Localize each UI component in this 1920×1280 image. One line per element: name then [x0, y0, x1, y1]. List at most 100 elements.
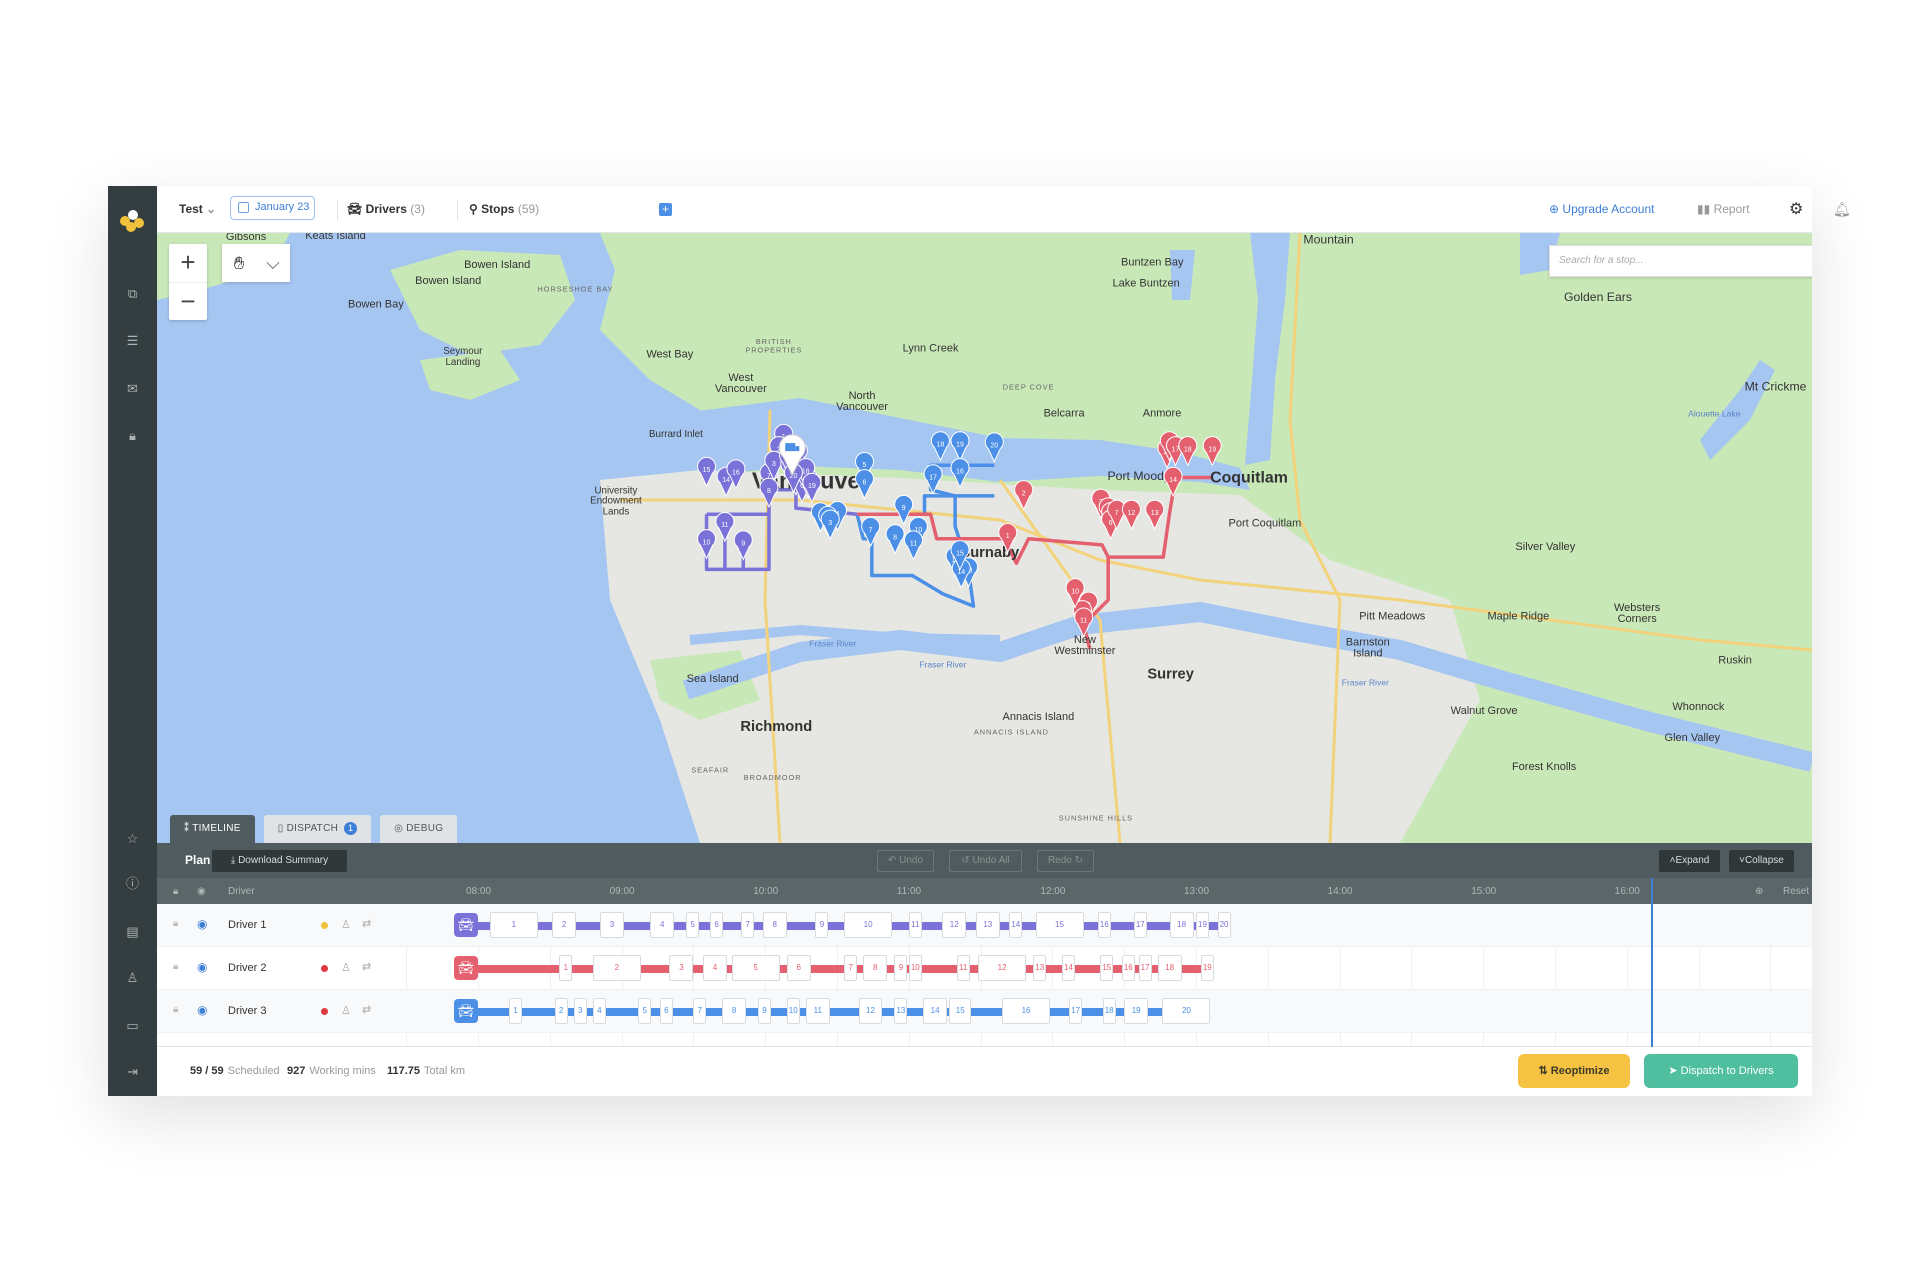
driver-row[interactable]: 🔒︎ ◉ Driver 3 ♙ ⇄ 🚘︎ 1 2 3 4 5 6 7 8 9 10 11 12 13 14 15… — [157, 990, 1812, 1033]
stop-block[interactable]: 6 — [710, 912, 724, 938]
stop-block[interactable]: 3 — [600, 912, 624, 938]
stop-block[interactable]: 7 — [693, 998, 707, 1024]
stop-block[interactable]: 8 — [863, 955, 888, 981]
stop-block[interactable]: 13 — [894, 998, 908, 1024]
stop-block[interactable]: 6 — [786, 955, 811, 981]
project-select[interactable]: Test ⌄ — [179, 186, 216, 233]
stop-block[interactable]: 3 — [669, 955, 694, 981]
stop-block[interactable]: 15 — [949, 998, 972, 1024]
stop-block[interactable]: 4 — [702, 955, 727, 981]
stop-block[interactable]: 19 — [1124, 998, 1149, 1024]
stop-block[interactable]: 18 — [1157, 955, 1182, 981]
stop-block[interactable]: 8 — [722, 998, 747, 1024]
stop-block[interactable]: 20 — [1162, 998, 1211, 1024]
undo-button[interactable]: ↶ Undo — [877, 850, 934, 872]
map-canvas[interactable]: Gibsons Keats Island Bowen Island Bowen Isl… — [157, 233, 1812, 843]
info-icon[interactable]: ⓘ — [123, 876, 142, 892]
eye-icon[interactable]: ◉ — [197, 960, 207, 974]
zoom-time-icon[interactable]: ⊕ — [1755, 886, 1763, 897]
swap-icon[interactable]: ⇄ — [362, 1003, 371, 1016]
expand-button[interactable]: ˄Expand — [1659, 850, 1720, 872]
stop-block[interactable]: 9 — [894, 955, 908, 981]
stop-block[interactable]: 14 — [1061, 955, 1075, 981]
stop-block[interactable]: 14 — [923, 998, 948, 1024]
swap-icon[interactable]: ⇄ — [362, 960, 371, 973]
stop-block[interactable]: 18 — [1169, 912, 1194, 938]
lock-all-icon[interactable]: 🔒︎ — [173, 886, 178, 897]
stops-button[interactable]: ⚲ Stops (59) — [469, 186, 539, 233]
zoom-out-button[interactable]: − — [169, 282, 207, 320]
stop-block[interactable]: 19 — [1200, 955, 1214, 981]
eye-icon[interactable]: ◉ — [197, 917, 207, 931]
stop-block[interactable]: 10 — [844, 912, 893, 938]
stop-block[interactable]: 19 — [1196, 912, 1209, 938]
user-icon[interactable]: ♙ — [123, 970, 142, 986]
lock-icon[interactable]: 🔒︎ — [173, 918, 178, 929]
stop-block[interactable]: 2 — [592, 955, 641, 981]
stop-block[interactable]: 13 — [1033, 955, 1047, 981]
stop-block[interactable]: 7 — [844, 955, 858, 981]
logout-icon[interactable]: ⇥ — [123, 1064, 142, 1080]
undo-all-button[interactable]: ↺ Undo All — [949, 850, 1022, 872]
tab-timeline[interactable]: ⁑ TIMELINE — [170, 815, 255, 843]
add-stop-button[interactable]: + — [659, 203, 672, 216]
upgrade-account-link[interactable]: ⊕ Upgrade Account — [1549, 186, 1654, 233]
download-summary-button[interactable]: ⤓ Download Summary — [212, 850, 347, 872]
stop-block[interactable]: 16 — [1002, 998, 1050, 1024]
stop-block[interactable]: 1 — [509, 998, 523, 1024]
stop-block[interactable]: 18 — [1102, 998, 1116, 1024]
stop-block[interactable]: 10 — [786, 998, 800, 1024]
star-icon[interactable]: ☆ — [123, 831, 142, 847]
stop-block[interactable]: 3 — [573, 998, 587, 1024]
stop-block[interactable]: 17 — [1138, 955, 1152, 981]
stop-search-input[interactable]: Search for a stop... — [1549, 245, 1812, 277]
stop-block[interactable]: 15 — [1035, 912, 1084, 938]
tab-debug[interactable]: ◎ DEBUG — [380, 815, 458, 843]
stop-block[interactable]: 1 — [489, 912, 538, 938]
lasso-select-icon[interactable]: ⌵ — [256, 244, 290, 282]
redo-button[interactable]: Redo ↻ — [1037, 850, 1094, 872]
stop-block[interactable]: 5 — [686, 912, 700, 938]
stop-block[interactable]: 2 — [552, 912, 577, 938]
stop-block[interactable]: 11 — [805, 998, 830, 1024]
stop-block[interactable]: 10 — [908, 955, 922, 981]
stop-block[interactable]: 7 — [741, 912, 755, 938]
lock-icon[interactable]: 🔒︎ — [173, 961, 178, 972]
stop-block[interactable]: 15 — [1100, 955, 1114, 981]
drivers-list-icon[interactable]: ☰ — [123, 333, 142, 349]
driver-row[interactable]: 🔒︎ ◉ Driver 2 ♙ ⇄ 🚘︎ 1 2 3 4 5 6 7 8 9 10 11 12 13 14 15… — [157, 947, 1812, 990]
driver-settings-icon[interactable]: ♙ — [341, 961, 351, 974]
map[interactable]: Gibsons Keats Island Bowen Island Bowen Isl… — [157, 233, 1812, 843]
stop-block[interactable]: 9 — [758, 998, 772, 1024]
messages-icon[interactable]: ✉ — [123, 381, 142, 397]
stop-block[interactable]: 4 — [650, 912, 675, 938]
eye-icon[interactable]: ◉ — [197, 1003, 207, 1017]
stop-block[interactable]: 4 — [592, 998, 606, 1024]
stop-block[interactable]: 16 — [1121, 955, 1135, 981]
stop-block[interactable]: 12 — [942, 912, 967, 938]
stop-block[interactable]: 5 — [638, 998, 652, 1024]
date-picker[interactable]: January 23 — [230, 196, 315, 220]
reset-button[interactable]: Reset — [1783, 886, 1809, 897]
stop-block[interactable]: 16 — [1097, 912, 1111, 938]
driver-settings-icon[interactable]: ♙ — [341, 918, 351, 931]
swap-icon[interactable]: ⇄ — [362, 917, 371, 930]
lock-icon[interactable]: 🔒︎ — [123, 428, 142, 444]
stop-block[interactable]: 12 — [978, 955, 1027, 981]
stop-block[interactable]: 1 — [559, 955, 573, 981]
stop-block[interactable]: 9 — [815, 912, 829, 938]
report-link[interactable]: ▮▮ Report — [1697, 186, 1750, 233]
stop-block[interactable]: 20 — [1217, 912, 1231, 938]
bell-icon[interactable]: 🔔︎ — [1833, 186, 1851, 233]
driver-settings-icon[interactable]: ♙ — [341, 1004, 351, 1017]
stop-block[interactable]: 2 — [554, 998, 568, 1024]
stop-block[interactable]: 17 — [1069, 998, 1083, 1024]
stop-block[interactable]: 6 — [659, 998, 673, 1024]
stop-block[interactable]: 13 — [975, 912, 1000, 938]
stop-block[interactable]: 17 — [1133, 912, 1147, 938]
driver-row[interactable]: 🔒︎ ◉ Driver 1 ♙ ⇄ 🚘︎ 1 2 3 4 5 6 7 8 9 10 11 12 13 14 15… — [157, 904, 1812, 947]
stop-block[interactable]: 12 — [858, 998, 883, 1024]
zoom-in-button[interactable]: + — [169, 244, 207, 282]
chat-icon[interactable]: ▭ — [123, 1018, 142, 1034]
dispatch-to-drivers-button[interactable]: ➤ Dispatch to Drivers — [1644, 1054, 1798, 1088]
